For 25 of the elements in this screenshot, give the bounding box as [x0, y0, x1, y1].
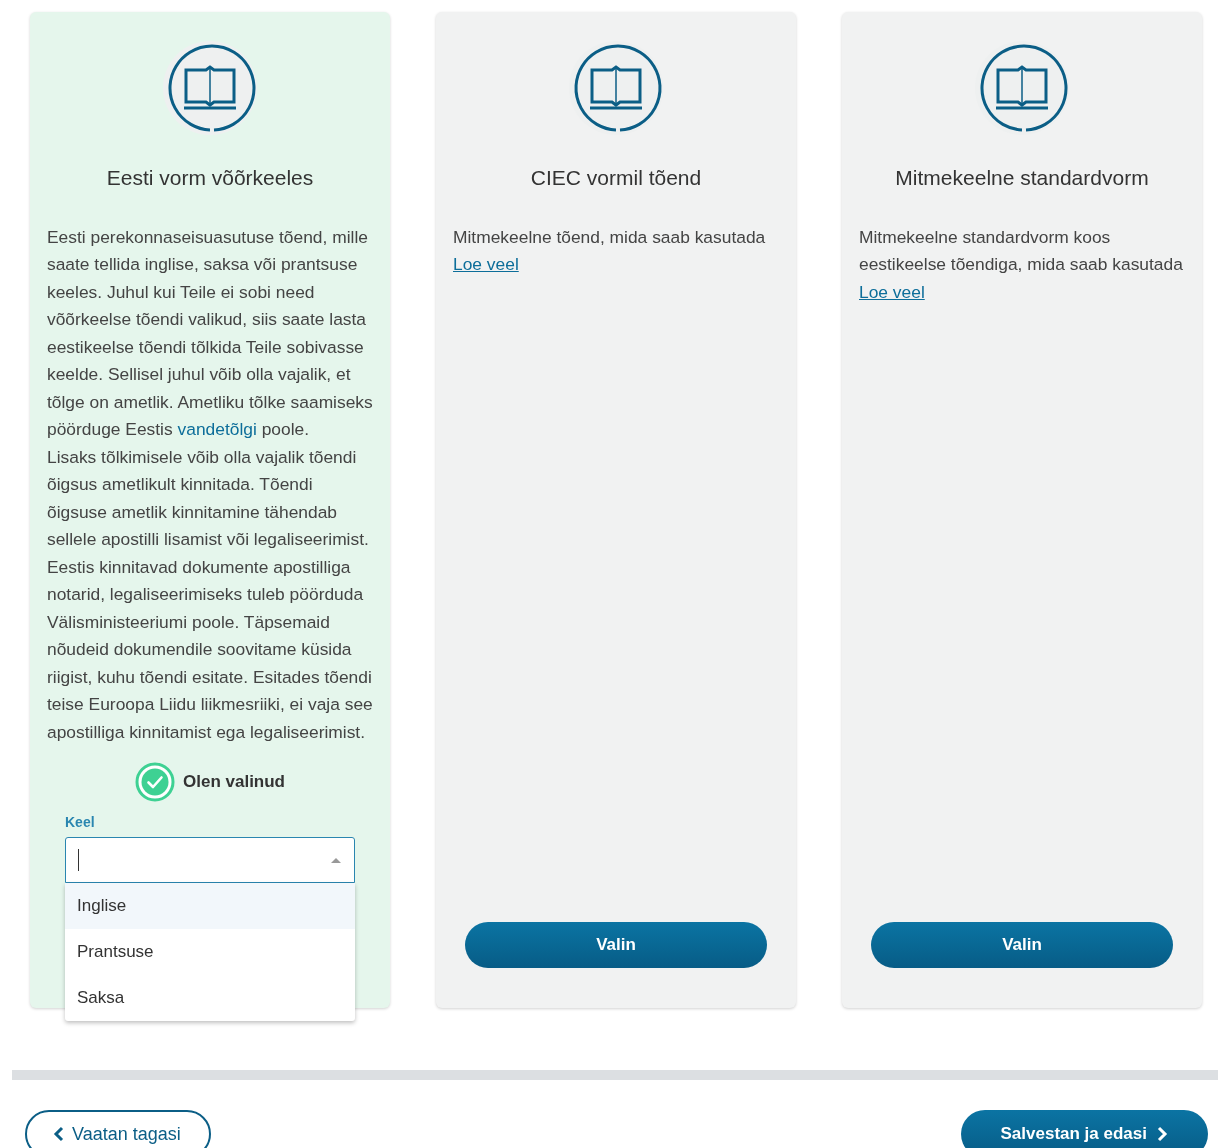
caret-icon [330, 856, 342, 864]
chevron-left-icon [53, 1126, 64, 1142]
option-title: Eesti vorm võõrkeeles [106, 165, 314, 191]
book-icon [162, 40, 258, 136]
text-link[interactable]: vandetõlgi [177, 419, 257, 439]
back-button[interactable]: Vaatan tagasi [25, 1110, 211, 1148]
text-link[interactable]: Loe veel [453, 254, 519, 274]
select-button[interactable]: Valin [465, 922, 767, 968]
language-select[interactable] [65, 837, 355, 883]
option-description: Lisaks tõlkimisele võib olla vajalik tõendi õigsus ametlikult kinnitada. Tõendi õigsuse ametlik kinnitamine tähendab sellele apostilli lisamist või legaliseerimist. Eestis kinnitavad dokumente apostilliga notarid, legaliseerimiseks tuleb pöörduda Välisministeeriumi poole. Täpsemaid nõudeid dokumendile soovitame küsida riigist, kuhu tõendi esitate. Esitades tõendi teise Euroopa Liidu liikmesriiki, ei vaja see apostilliga kinnitamist ega legaliseerimist. [47, 445, 373, 744]
text-link[interactable]: Loe veel [859, 281, 925, 302]
dropdown-option[interactable]: Inglise [65, 883, 355, 929]
option-description: Mitmekeelne standardvorm koos eestikeelse tõendiga, mida saab kasutada Loe veel [859, 225, 1184, 304]
option-title: Mitmekeelne standardvorm [895, 165, 1149, 191]
check-icon [135, 762, 175, 802]
chevron-right-icon [1157, 1126, 1168, 1142]
field-label: Keel [65, 813, 96, 832]
status-label: Olen valinud [183, 771, 285, 794]
option-description: Eesti perekonnaseisuasutuse tõend, mille saate tellida inglise, saksa või prantsuse keeles. Juhul kui Teile ei sobi need võõrkeelse tõendi valikud, siis saate lasta eestikeelse tõendi tõlkida Teile sobivasse keelde. Sellisel juhul võib olla vajalik, et tõlge on ametlik. Ametliku tõlke saamiseks pöörduge Eestis vandetõlgi poole. [47, 225, 373, 441]
dropdown-option[interactable]: Saksa [65, 975, 355, 1021]
select-button[interactable]: Valin [871, 922, 1173, 968]
option-title: CIEC vormil tõend [530, 165, 702, 191]
dropdown-option[interactable]: Prantsuse [65, 929, 355, 975]
option-description: Mitmekeelne tõend, mida saab kasutada Loe veel [453, 225, 767, 276]
next-button[interactable]: Salvestan ja edasi [960, 1110, 1208, 1148]
